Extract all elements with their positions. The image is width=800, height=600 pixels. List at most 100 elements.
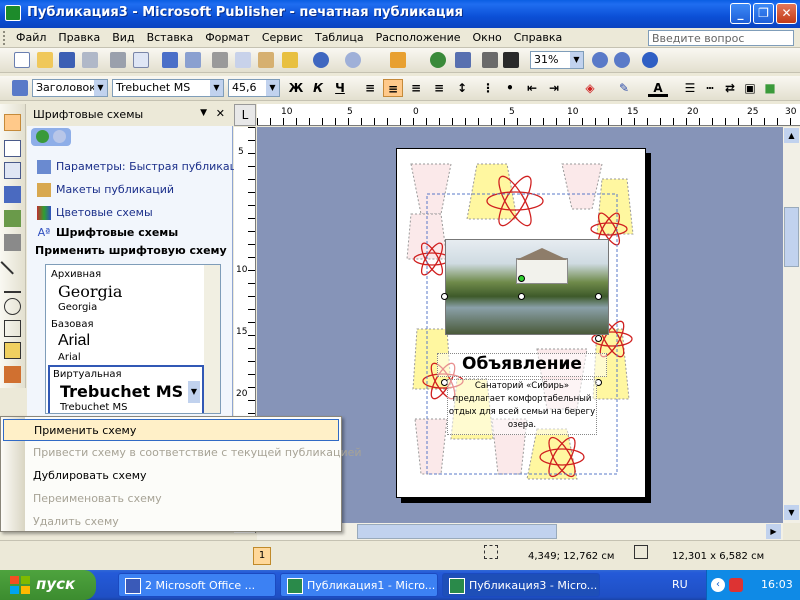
chevron-down-icon[interactable]: ▼ — [188, 381, 200, 403]
menu-file[interactable]: Файл — [10, 28, 52, 47]
taskbar-task-publication1[interactable]: Публикация1 - Micro... — [280, 573, 438, 597]
font-scheme-archival[interactable]: Архивная Georgia Georgia — [48, 267, 204, 317]
minimize-button[interactable]: _ — [730, 3, 751, 24]
link-font-schemes[interactable]: Aª Шрифтовые схемы — [37, 226, 179, 240]
help-icon[interactable] — [642, 52, 658, 68]
selection-handle[interactable] — [595, 293, 602, 300]
link-color-schemes[interactable]: Цветовые схемы — [37, 206, 153, 220]
scroll-thumb[interactable] — [784, 207, 799, 267]
menu-help[interactable]: Справка — [508, 28, 568, 47]
print-preview-icon[interactable] — [133, 52, 149, 68]
chevron-down-icon[interactable]: ▼ — [266, 80, 279, 96]
page-navigator-button[interactable]: 1 — [253, 547, 271, 565]
align-right-icon[interactable]: ≡ — [406, 79, 426, 97]
font-scheme-virtual[interactable]: Виртуальная Trebuchet MS Trebuchet MS ▼ — [48, 365, 204, 413]
align-center-icon[interactable]: ≡ — [383, 79, 403, 97]
chevron-down-icon[interactable]: ▼ — [200, 108, 207, 118]
scroll-thumb[interactable] — [357, 524, 557, 539]
publisher-app-icon[interactable] — [5, 5, 21, 21]
open-icon[interactable] — [37, 52, 53, 68]
line-icon[interactable] — [0, 250, 25, 275]
close-button[interactable]: ✕ — [776, 3, 797, 24]
permission-icon[interactable] — [82, 52, 98, 68]
chevron-right-icon[interactable]: ▶ — [766, 524, 781, 539]
line-spacing-icon[interactable]: ↕ — [452, 79, 472, 97]
lake-house-photo[interactable] — [445, 239, 609, 335]
forward-icon[interactable] — [53, 130, 66, 143]
table-icon[interactable] — [4, 162, 21, 179]
autoshapes-icon[interactable] — [4, 342, 21, 359]
menu-item-delete-scheme[interactable]: Удалить схему — [3, 511, 339, 533]
font-select[interactable]: Trebuchet MS ▼ — [112, 79, 224, 97]
line-style-icon[interactable]: ☰ — [680, 79, 700, 97]
link-quick-publication-options[interactable]: Параметры: Быстрая публикация — [37, 160, 251, 174]
italic-button[interactable]: К — [308, 79, 328, 97]
bring-forward-icon[interactable] — [390, 52, 406, 68]
spelling-icon[interactable] — [162, 52, 178, 68]
chevron-up-icon[interactable]: ▲ — [784, 128, 799, 143]
oval-icon[interactable] — [4, 298, 21, 315]
selection-handle[interactable] — [595, 335, 602, 342]
picture-icon[interactable] — [4, 210, 21, 227]
zoom-in-icon[interactable] — [614, 52, 630, 68]
menu-tools[interactable]: Сервис — [256, 28, 309, 47]
language-indicator[interactable]: RU — [672, 578, 688, 591]
font-scheme-basic[interactable]: Базовая Arial Arial — [48, 317, 204, 367]
new-icon[interactable] — [14, 52, 30, 68]
horizontal-ruler[interactable]: 10 5 0 5 10 15 20 25 30 — [257, 104, 800, 126]
menu-format[interactable]: Формат — [199, 28, 256, 47]
chevron-down-icon[interactable]: ▼ — [784, 505, 799, 520]
selection-handle[interactable] — [518, 293, 525, 300]
research-icon[interactable] — [185, 52, 201, 68]
fill-color-icon[interactable]: ◈ — [580, 79, 600, 97]
font-scheme-list[interactable]: Архивная Georgia Georgia Базовая Arial A… — [45, 264, 221, 414]
taskbar-task-office[interactable]: 2 Microsoft Office ... — [118, 573, 276, 597]
increase-indent-icon[interactable]: ⇥ — [544, 79, 564, 97]
print-icon[interactable] — [110, 52, 126, 68]
menu-insert[interactable]: Вставка — [141, 28, 200, 47]
3d-style-icon[interactable]: ■ — [760, 79, 780, 97]
help-search-input[interactable]: Введите вопрос — [648, 30, 794, 46]
paragraph-marks-icon[interactable] — [503, 52, 519, 68]
menu-item-rename-scheme[interactable]: Переименовать схему — [3, 488, 339, 510]
rotate-handle[interactable] — [518, 275, 525, 282]
cut-icon[interactable] — [212, 52, 228, 68]
columns-icon[interactable] — [482, 52, 498, 68]
chevron-down-icon[interactable]: ▼ — [94, 80, 107, 96]
bold-button[interactable]: Ж — [286, 79, 306, 97]
font-color-icon[interactable]: A — [648, 79, 668, 97]
paste-icon[interactable] — [258, 52, 274, 68]
text-box-icon[interactable] — [4, 140, 21, 157]
menu-arrange[interactable]: Расположение — [370, 28, 467, 47]
bullets-icon[interactable]: • — [500, 79, 520, 97]
announcement-heading[interactable]: Объявление — [437, 353, 607, 377]
menu-item-update-scheme[interactable]: Привести схему в соответствие с текущей … — [3, 442, 362, 464]
toolbar-grip[interactable] — [3, 31, 6, 45]
start-button[interactable]: пуск — [0, 570, 96, 600]
security-alert-icon[interactable] — [729, 578, 743, 592]
font-size-select[interactable]: 45,6 ▼ — [228, 79, 280, 97]
link-publication-designs[interactable]: Макеты публикаций — [37, 183, 174, 197]
redo-icon[interactable] — [345, 52, 361, 68]
zoom-select[interactable]: 31% ▼ — [530, 51, 584, 69]
clock[interactable]: 16:03 — [761, 578, 793, 591]
style-select[interactable]: Заголовок ▼ — [32, 79, 108, 97]
chevron-down-icon[interactable]: ▼ — [570, 52, 583, 68]
numbering-icon[interactable]: ⋮ — [478, 79, 498, 97]
close-icon[interactable]: ✕ — [216, 107, 225, 120]
menu-item-duplicate-scheme[interactable]: Дублировать схему — [3, 465, 339, 487]
selection-handle[interactable] — [441, 293, 448, 300]
menu-view[interactable]: Вид — [106, 28, 140, 47]
scheme-list-scrollbar[interactable] — [204, 265, 220, 413]
menu-edit[interactable]: Правка — [52, 28, 106, 47]
rectangle-icon[interactable] — [4, 320, 21, 337]
wordart-icon[interactable] — [4, 186, 21, 203]
undo-icon[interactable] — [313, 52, 329, 68]
styles-icon[interactable] — [12, 80, 28, 96]
show-hidden-icons-icon[interactable]: ‹ — [711, 578, 725, 592]
menu-window[interactable]: Окно — [467, 28, 508, 47]
dash-style-icon[interactable]: ┅ — [700, 79, 720, 97]
design-gallery-icon[interactable] — [4, 366, 21, 383]
hyperlink-icon[interactable] — [430, 52, 446, 68]
save-icon[interactable] — [59, 52, 75, 68]
